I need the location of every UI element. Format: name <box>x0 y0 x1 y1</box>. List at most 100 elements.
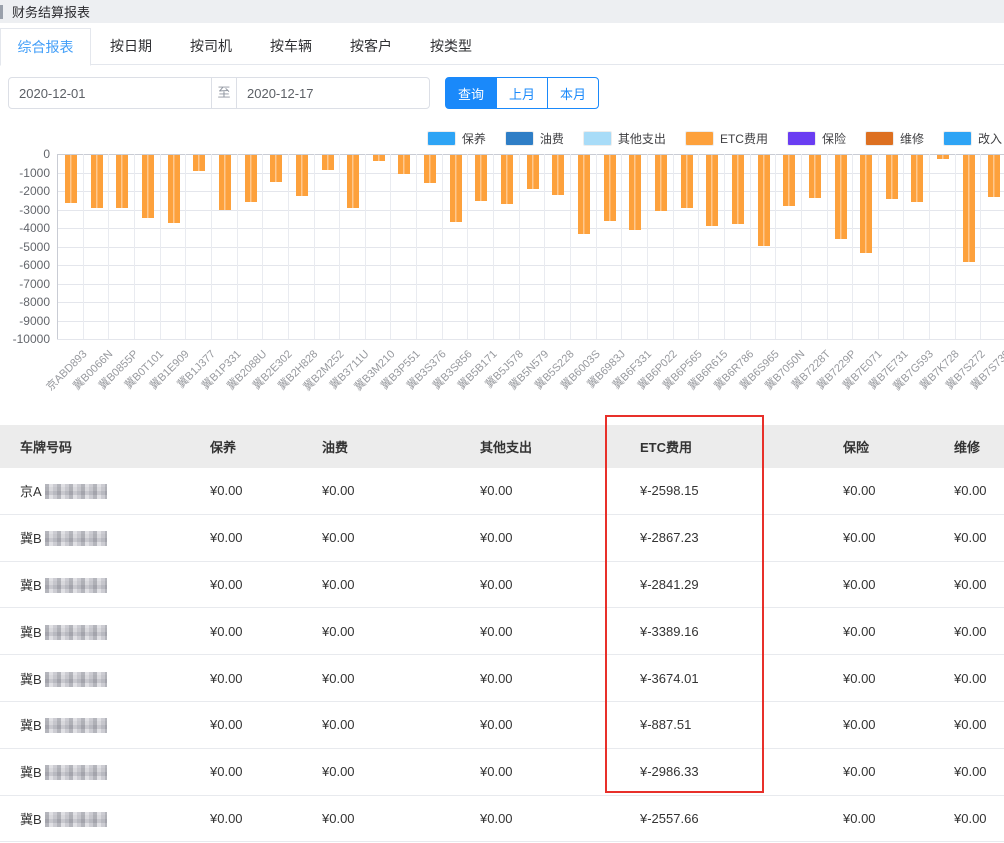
legend-item-ETC费用[interactable]: ETC费用 <box>685 130 768 147</box>
query-button[interactable]: 查询 <box>445 77 497 109</box>
bar-冀B7G593[interactable] <box>911 155 923 202</box>
bar-冀B5N579[interactable] <box>527 155 539 189</box>
gridline-v <box>57 154 58 339</box>
gridline-v <box>724 154 725 339</box>
start-date-input[interactable] <box>9 79 211 107</box>
bar-冀B7S272[interactable] <box>963 155 975 262</box>
table-row[interactable]: 冀B¥0.00¥0.00¥0.00¥-2841.29¥0.00¥0.00 <box>0 562 1004 609</box>
table-row[interactable]: 冀B¥0.00¥0.00¥0.00¥-2986.33¥0.00¥0.00 <box>0 749 1004 796</box>
bar-冀B3S376[interactable] <box>424 155 436 183</box>
bar-冀B6003S[interactable] <box>578 155 590 234</box>
column-header-油费: 油费 <box>302 437 460 456</box>
table-row[interactable]: 京A¥0.00¥0.00¥0.00¥-2598.15¥0.00¥0.00 <box>0 468 1004 515</box>
tab-按客户[interactable]: 按客户 <box>331 28 411 64</box>
gridline-v <box>980 154 981 339</box>
legend-swatch-icon <box>427 131 456 146</box>
bar-冀B3P551[interactable] <box>398 155 410 174</box>
amount-cell: ¥0.00 <box>460 717 620 732</box>
amount-cell: ¥0.00 <box>934 671 1004 686</box>
gridline-v <box>827 154 828 339</box>
bar-冀B2M252[interactable] <box>322 155 334 170</box>
legend-item-油费[interactable]: 油费 <box>505 130 564 147</box>
bar-冀B6P022[interactable] <box>655 155 667 211</box>
gridline-v <box>211 154 212 339</box>
bar-冀B6R786[interactable] <box>732 155 744 224</box>
tab-按类型[interactable]: 按类型 <box>411 28 491 64</box>
amount-cell: ¥0.00 <box>934 764 1004 779</box>
legend-item-其他支出[interactable]: 其他支出 <box>583 130 666 147</box>
bar-京ABD893[interactable] <box>65 155 77 203</box>
amount-cell: ¥0.00 <box>460 764 620 779</box>
bar-冀B6P565[interactable] <box>681 155 693 208</box>
table-row[interactable]: 冀B¥0.00¥0.00¥0.00¥-2557.66¥0.00¥0.00 <box>0 796 1004 843</box>
bar-冀B0T101[interactable] <box>142 155 154 218</box>
bar-冀B7E071[interactable] <box>860 155 872 253</box>
bar-冀B1P331[interactable] <box>219 155 231 210</box>
tab-按车辆[interactable]: 按车辆 <box>251 28 331 64</box>
bar-冀B5B171[interactable] <box>475 155 487 201</box>
amount-cell: ¥0.00 <box>190 717 302 732</box>
legend-item-保养[interactable]: 保养 <box>427 130 486 147</box>
amount-cell: ¥0.00 <box>934 483 1004 498</box>
bar-冀B6S965[interactable] <box>758 155 770 246</box>
bar-冀B3711U[interactable] <box>347 155 359 208</box>
gridline-v <box>108 154 109 339</box>
tab-综合报表[interactable]: 综合报表 <box>0 28 91 66</box>
amount-cell: ¥0.00 <box>190 483 302 498</box>
table-row[interactable]: 冀B¥0.00¥0.00¥0.00¥-3674.01¥0.00¥0.00 <box>0 655 1004 702</box>
bar-冀B2088U[interactable] <box>245 155 257 202</box>
plate-prefix: 冀B <box>20 718 42 733</box>
bar-冀B7E731[interactable] <box>886 155 898 199</box>
bar-冀B2E302[interactable] <box>270 155 282 182</box>
current-month-button[interactable]: 本月 <box>547 77 599 109</box>
amount-cell: ¥0.00 <box>823 624 934 639</box>
plate-cell: 冀B <box>0 762 190 781</box>
amount-cell: ¥0.00 <box>460 671 620 686</box>
legend-item-改入[interactable]: 改入 <box>943 130 1002 147</box>
bar-冀B3M210[interactable] <box>373 155 385 161</box>
bar-冀B6R615[interactable] <box>706 155 718 226</box>
bar-冀B5S228[interactable] <box>552 155 564 195</box>
amount-cell: ¥-2986.33 <box>620 764 823 779</box>
gridline-h <box>57 302 1004 303</box>
prev-month-button[interactable]: 上月 <box>497 77 548 109</box>
bar-冀B3S856[interactable] <box>450 155 462 222</box>
title-accent-bar <box>0 5 3 19</box>
tab-按司机[interactable]: 按司机 <box>171 28 251 64</box>
bar-冀B2H828[interactable] <box>296 155 308 196</box>
bar-冀B6983J[interactable] <box>604 155 616 221</box>
legend-label: 保险 <box>822 130 846 147</box>
table-row[interactable]: 冀B¥0.00¥0.00¥0.00¥-3389.16¥0.00¥0.00 <box>0 608 1004 655</box>
bar-冀B6F331[interactable] <box>629 155 641 230</box>
amount-cell: ¥0.00 <box>190 530 302 545</box>
plate-cell: 冀B <box>0 669 190 688</box>
gridline-v <box>621 154 622 339</box>
bar-冀B7229P[interactable] <box>835 155 847 239</box>
plate-prefix: 冀B <box>20 812 42 827</box>
bar-冀B7K728[interactable] <box>937 155 949 159</box>
plate-cell: 冀B <box>0 715 190 734</box>
tab-按日期[interactable]: 按日期 <box>91 28 171 64</box>
end-date-input[interactable] <box>237 79 429 107</box>
bar-冀B1E909[interactable] <box>168 155 180 223</box>
plate-prefix: 冀B <box>20 531 42 546</box>
bar-冀B7S739[interactable] <box>988 155 1000 197</box>
legend-label: 维修 <box>900 130 924 147</box>
gridline-v <box>698 154 699 339</box>
y-axis-tick-label: -6000 <box>0 258 50 272</box>
table-row[interactable]: 冀B¥0.00¥0.00¥0.00¥-887.51¥0.00¥0.00 <box>0 702 1004 749</box>
table-row[interactable]: 冀B¥0.00¥0.00¥0.00¥-2867.23¥0.00¥0.00 <box>0 515 1004 562</box>
bar-冀B0855P[interactable] <box>116 155 128 208</box>
legend-item-保险[interactable]: 保险 <box>787 130 846 147</box>
bar-冀B7228T[interactable] <box>809 155 821 198</box>
gridline-v <box>852 154 853 339</box>
bar-冀B5J578[interactable] <box>501 155 513 204</box>
legend-item-维修[interactable]: 维修 <box>865 130 924 147</box>
bar-冀B1J377[interactable] <box>193 155 205 171</box>
bar-冀B7050N[interactable] <box>783 155 795 206</box>
chart-legend: 保养 油费 其他支出 ETC费用 保险 维修 改入 <box>427 130 1002 147</box>
amount-cell: ¥-887.51 <box>620 717 823 732</box>
bar-冀B0066N[interactable] <box>91 155 103 208</box>
plate-cell: 冀B <box>0 809 190 828</box>
gridline-v <box>365 154 366 339</box>
